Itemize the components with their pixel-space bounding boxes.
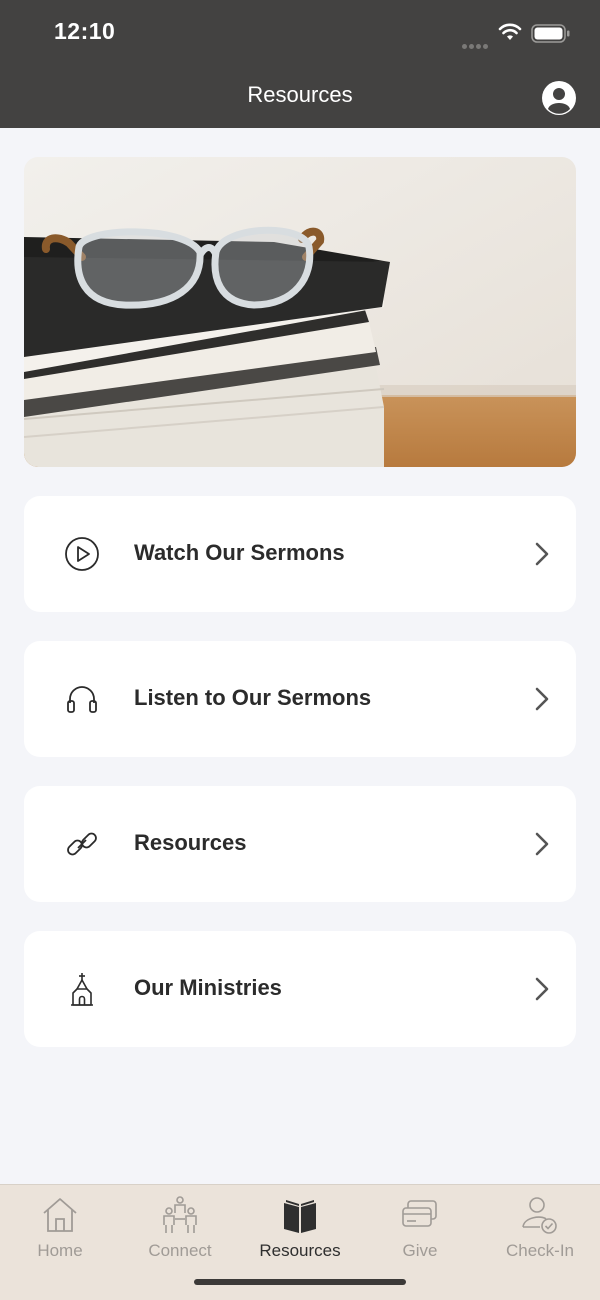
tab-connect[interactable]: Connect <box>120 1191 240 1261</box>
chevron-right-icon <box>535 542 549 566</box>
headphones-icon <box>67 686 97 713</box>
menu-item-resources[interactable]: Resources <box>24 786 576 902</box>
home-icon <box>43 1198 77 1232</box>
tab-label: Connect <box>148 1241 212 1260</box>
church-icon <box>71 973 93 1006</box>
battery-icon <box>531 24 570 43</box>
chevron-right-icon <box>535 977 549 1001</box>
tab-check-in[interactable]: Check-In <box>480 1191 600 1261</box>
profile-icon[interactable] <box>541 80 577 116</box>
menu-item-label: Watch Our Sermons <box>134 540 345 565</box>
cellular-signal-icon <box>462 36 490 54</box>
menu-item-listen-sermons[interactable]: Listen to Our Sermons <box>24 641 576 757</box>
menu-item-label: Listen to Our Sermons <box>134 685 372 710</box>
menu-item-ministries[interactable]: Our Ministries <box>24 931 576 1047</box>
header-bar: 12:10 Resources <box>0 0 600 128</box>
play-circle-icon <box>65 537 99 571</box>
wifi-icon <box>498 23 522 40</box>
tab-label: Resources <box>259 1241 341 1260</box>
people-icon <box>163 1196 197 1233</box>
menu-item-watch-sermons[interactable]: Watch Our Sermons <box>24 496 576 612</box>
chevron-right-icon <box>535 832 549 856</box>
hero-image <box>24 157 576 467</box>
person-check-icon <box>522 1197 557 1234</box>
card-icon <box>402 1200 437 1227</box>
book-icon <box>284 1200 316 1233</box>
tab-resources[interactable]: Resources <box>240 1191 360 1261</box>
link-icon <box>67 832 97 856</box>
tab-give[interactable]: Give <box>360 1191 480 1261</box>
tab-label: Give <box>402 1241 438 1260</box>
home-indicator[interactable] <box>194 1279 406 1285</box>
menu-item-label: Resources <box>134 830 247 855</box>
menu-item-label: Our Ministries <box>134 975 282 1000</box>
tab-home[interactable]: Home <box>0 1191 120 1261</box>
chevron-right-icon <box>535 687 549 711</box>
tab-label: Check-In <box>505 1241 575 1260</box>
page-title: Resources <box>247 82 353 107</box>
status-time: 12:10 <box>54 18 116 44</box>
tab-label: Home <box>37 1241 83 1260</box>
